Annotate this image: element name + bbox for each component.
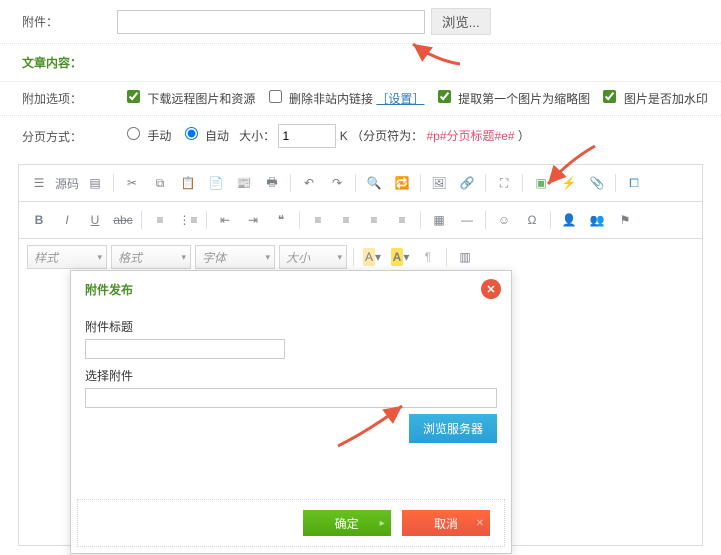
copy-icon[interactable]: ⧉	[148, 171, 172, 195]
options-label: 附加选项：	[0, 90, 117, 107]
ok-button[interactable]: 确定▸	[303, 510, 391, 536]
sep-marker: #p#分页标题#e#	[427, 129, 515, 143]
textcolor-icon[interactable]: A▾	[360, 245, 384, 269]
radio-manual-label: 手动	[147, 129, 171, 143]
size-combo[interactable]: 大小	[279, 245, 347, 269]
align-center-icon[interactable]: ≡	[334, 208, 358, 232]
radio-manual[interactable]	[127, 127, 140, 140]
print-icon[interactable]: 🖶	[260, 171, 284, 195]
cb-first-thumb[interactable]	[438, 90, 451, 103]
preview-icon[interactable]: ▤	[83, 171, 107, 195]
template-icon[interactable]: ▥	[453, 245, 477, 269]
attach-icon[interactable]: 📎	[585, 171, 609, 195]
cut-icon[interactable]: ✂	[120, 171, 144, 195]
size-unit: K	[340, 129, 348, 143]
dlg-title-input[interactable]	[85, 339, 285, 359]
ul-icon[interactable]: ⋮≡	[176, 208, 200, 232]
flash-icon[interactable]: ⚡	[557, 171, 581, 195]
cb-rm-ext-link-label: 删除非站内链接	[289, 92, 373, 106]
image-icon[interactable]: 🖼	[427, 171, 451, 195]
attachment-dialog: 附件发布 ✕ 附件标题 选择附件 浏览服务器 确定▸ 取消✕	[70, 270, 512, 554]
paste-text-icon[interactable]: 📄	[204, 171, 228, 195]
cb-first-thumb-label: 提取第一个图片为缩略图	[458, 92, 590, 106]
radio-auto[interactable]	[185, 127, 198, 140]
content-section-title: 文章内容：	[0, 44, 721, 82]
flag-icon[interactable]: ⚑	[613, 208, 637, 232]
font-combo[interactable]: 字体	[195, 245, 275, 269]
paging-label: 分页方式：	[0, 128, 117, 145]
underline-icon[interactable]: U	[83, 208, 107, 232]
link-icon[interactable]: 🔗	[455, 171, 479, 195]
cb-watermark-label: 图片是否加水印	[624, 92, 708, 106]
quote-icon[interactable]: ❝	[269, 208, 293, 232]
outdent-icon[interactable]: ⇤	[213, 208, 237, 232]
align-justify-icon[interactable]: ≡	[390, 208, 414, 232]
dialog-title: 附件发布	[85, 283, 133, 297]
symbol-icon[interactable]: Ω	[520, 208, 544, 232]
sep-close: ）	[518, 129, 530, 143]
align-right-icon[interactable]: ≡	[362, 208, 386, 232]
clear-format-icon[interactable]: ¶	[416, 245, 440, 269]
browse-server-button[interactable]: 浏览服务器	[409, 414, 497, 443]
user2-icon[interactable]: 👥	[585, 208, 609, 232]
attachment-label: 附件：	[0, 13, 117, 30]
size-input[interactable]	[278, 124, 336, 148]
redo-icon[interactable]: ↷	[325, 171, 349, 195]
style-combo[interactable]: 样式	[27, 245, 107, 269]
bgcolor-icon[interactable]: A▾	[388, 245, 412, 269]
cb-dl-remote[interactable]	[127, 90, 140, 103]
indent-icon[interactable]: ⇥	[241, 208, 265, 232]
source-label[interactable]: 源码	[55, 175, 79, 192]
dlg-path-input[interactable]	[85, 388, 497, 408]
ol-icon[interactable]: ≡	[148, 208, 172, 232]
dlg-title-label: 附件标题	[85, 318, 497, 335]
table-icon[interactable]: ▦	[427, 208, 451, 232]
source-icon[interactable]: ☰	[27, 171, 51, 195]
fullscreen-icon[interactable]: ⛶	[492, 171, 516, 195]
settings-link[interactable]: ［设置］	[376, 92, 424, 106]
hr-icon[interactable]: —	[455, 208, 479, 232]
cb-dl-remote-label: 下载远程图片和资源	[147, 92, 255, 106]
cb-rm-ext-link[interactable]	[269, 90, 282, 103]
replace-icon[interactable]: 🔁	[390, 171, 414, 195]
emoji-icon[interactable]: ☺	[492, 208, 516, 232]
paste-icon[interactable]: 📋	[176, 171, 200, 195]
cancel-button[interactable]: 取消✕	[402, 510, 490, 536]
strike-icon[interactable]: abc	[111, 208, 135, 232]
code-icon[interactable]: ⧠	[622, 171, 646, 195]
align-left-icon[interactable]: ≡	[306, 208, 330, 232]
format-combo[interactable]: 格式	[111, 245, 191, 269]
paste-word-icon[interactable]: 📰	[232, 171, 256, 195]
size-label: 大小：	[239, 129, 275, 143]
cb-watermark[interactable]	[603, 90, 616, 103]
sep-label: （分页符为：	[351, 129, 423, 143]
find-icon[interactable]: 🔍	[362, 171, 386, 195]
close-icon[interactable]: ✕	[481, 279, 501, 299]
bold-icon[interactable]: B	[27, 208, 51, 232]
media-icon[interactable]: ▣	[529, 171, 553, 195]
undo-icon[interactable]: ↶	[297, 171, 321, 195]
browse-button[interactable]: 浏览...	[431, 8, 491, 35]
user1-icon[interactable]: 👤	[557, 208, 581, 232]
radio-auto-label: 自动	[205, 129, 229, 143]
dlg-select-label: 选择附件	[85, 367, 497, 384]
attachment-input[interactable]	[117, 10, 425, 34]
italic-icon[interactable]: I	[55, 208, 79, 232]
